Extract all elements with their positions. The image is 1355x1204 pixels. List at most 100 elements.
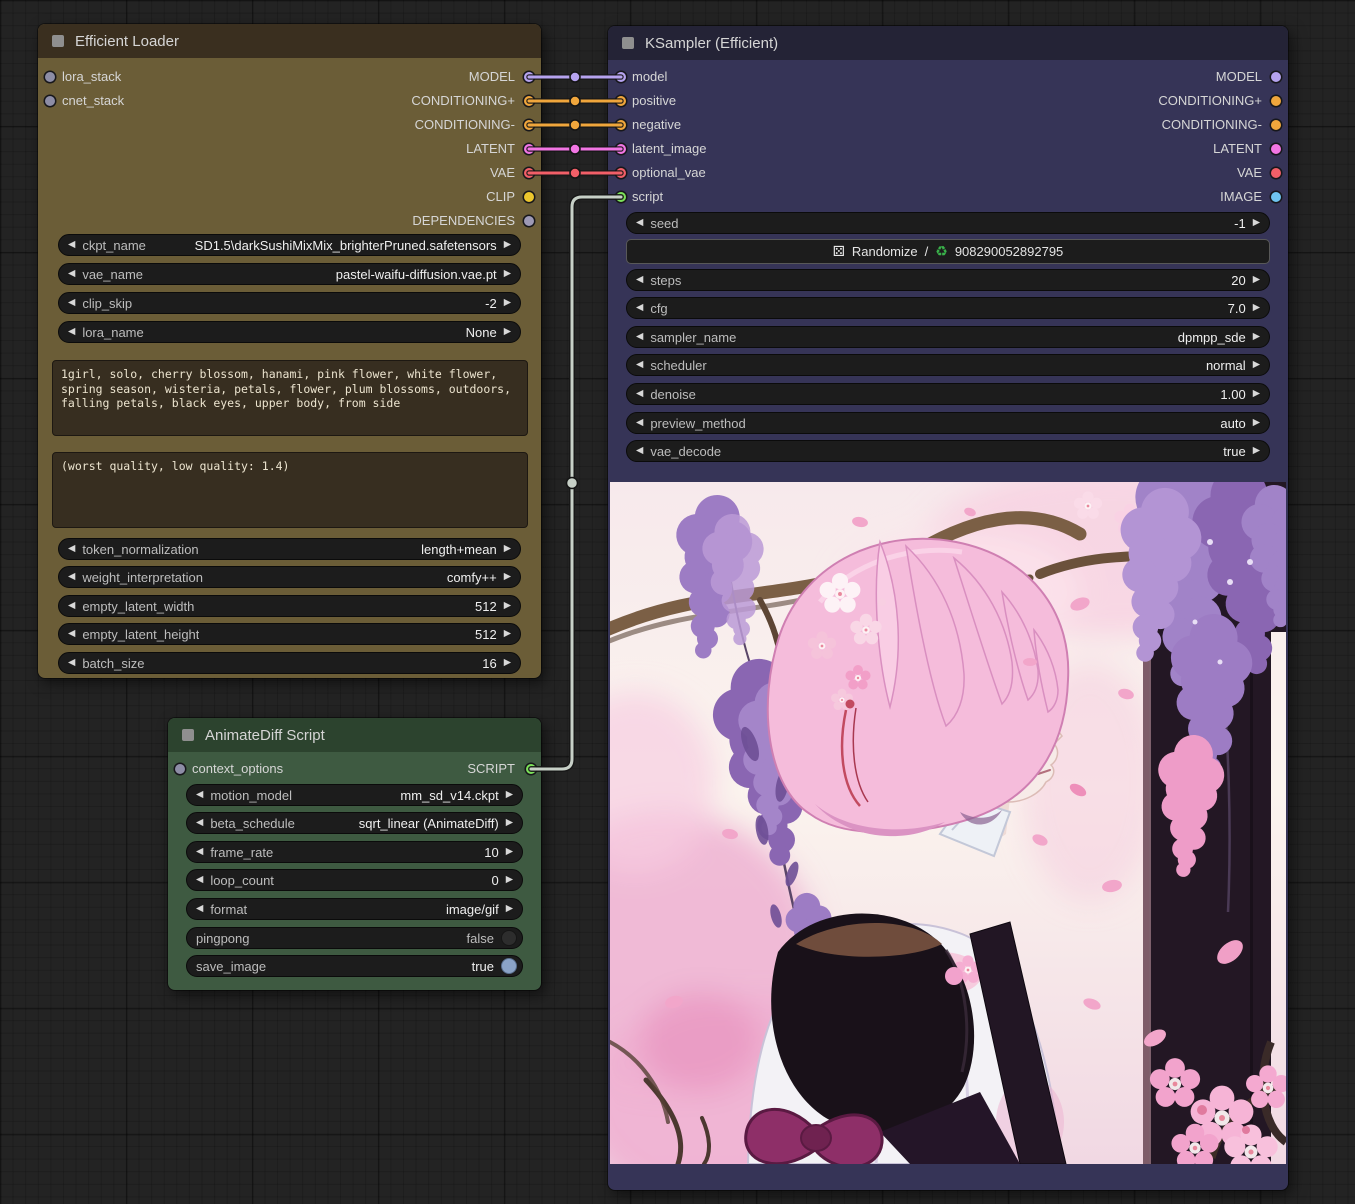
port-input-latent-image[interactable] xyxy=(616,144,626,154)
widget-steps[interactable]: ◀ steps 20 ▶ xyxy=(626,269,1270,291)
node-graph-canvas[interactable]: Efficient Loader lora_stack cnet_stack M… xyxy=(0,0,1355,1204)
widget-loop-count[interactable]: ◀ loop_count 0 ▶ xyxy=(186,869,523,891)
decrement-arrow-icon[interactable]: ◀ xyxy=(68,292,75,314)
widget-format[interactable]: ◀ format image/gif ▶ xyxy=(186,898,523,920)
port-output-model[interactable] xyxy=(524,72,534,82)
widget-vae-decode[interactable]: ◀ vae_decode true ▶ xyxy=(626,440,1270,462)
node-header-animatediff[interactable]: AnimateDiff Script xyxy=(168,718,541,752)
toggle-knob-off[interactable] xyxy=(501,930,517,946)
port-output-conditioning-minus[interactable] xyxy=(1271,120,1281,130)
collapse-icon[interactable] xyxy=(182,729,194,741)
port-output-dependencies[interactable] xyxy=(524,216,534,226)
widget-vae-name[interactable]: ◀ vae_name pastel-waifu-diffusion.vae.pt… xyxy=(58,263,521,285)
decrement-arrow-icon[interactable]: ◀ xyxy=(68,652,75,674)
widget-token-normalization[interactable]: ◀ token_normalization length+mean ▶ xyxy=(58,538,521,560)
increment-arrow-icon[interactable]: ▶ xyxy=(504,321,511,343)
increment-arrow-icon[interactable]: ▶ xyxy=(1253,383,1260,405)
widget-denoise[interactable]: ◀ denoise 1.00 ▶ xyxy=(626,383,1270,405)
port-output-conditioning-plus[interactable] xyxy=(524,96,534,106)
widget-cfg[interactable]: ◀ cfg 7.0 ▶ xyxy=(626,297,1270,319)
port-input-positive[interactable] xyxy=(616,96,626,106)
decrement-arrow-icon[interactable]: ◀ xyxy=(68,566,75,588)
decrement-arrow-icon[interactable]: ◀ xyxy=(196,898,203,920)
port-input-context-options[interactable] xyxy=(175,764,185,774)
decrement-arrow-icon[interactable]: ◀ xyxy=(636,354,643,376)
increment-arrow-icon[interactable]: ▶ xyxy=(504,234,511,256)
widget-clip-skip[interactable]: ◀ clip_skip -2 ▶ xyxy=(58,292,521,314)
increment-arrow-icon[interactable]: ▶ xyxy=(504,595,511,617)
widget-beta-schedule[interactable]: ◀ beta_schedule sqrt_linear (AnimateDiff… xyxy=(186,812,523,834)
negative-prompt-textarea[interactable]: (worst quality, low quality: 1.4) xyxy=(52,452,528,528)
port-output-vae[interactable] xyxy=(524,168,534,178)
collapse-icon[interactable] xyxy=(52,35,64,47)
widget-empty-latent-width[interactable]: ◀ empty_latent_width 512 ▶ xyxy=(58,595,521,617)
randomize-seed-button[interactable]: ⚄ Randomize / ♻ 908290052892795 xyxy=(626,239,1270,264)
widget-frame-rate[interactable]: ◀ frame_rate 10 ▶ xyxy=(186,841,523,863)
decrement-arrow-icon[interactable]: ◀ xyxy=(636,297,643,319)
increment-arrow-icon[interactable]: ▶ xyxy=(504,538,511,560)
decrement-arrow-icon[interactable]: ◀ xyxy=(196,812,203,834)
decrement-arrow-icon[interactable]: ◀ xyxy=(68,623,75,645)
port-output-conditioning-plus[interactable] xyxy=(1271,96,1281,106)
widget-save-image-toggle[interactable]: save_image true xyxy=(186,955,523,977)
port-output-latent[interactable] xyxy=(1271,144,1281,154)
decrement-arrow-icon[interactable]: ◀ xyxy=(636,440,643,462)
decrement-arrow-icon[interactable]: ◀ xyxy=(68,263,75,285)
port-input-model[interactable] xyxy=(616,72,626,82)
port-output-script[interactable] xyxy=(526,764,536,774)
decrement-arrow-icon[interactable]: ◀ xyxy=(68,595,75,617)
port-output-image[interactable] xyxy=(1271,192,1281,202)
decrement-arrow-icon[interactable]: ◀ xyxy=(68,538,75,560)
port-output-conditioning-minus[interactable] xyxy=(524,120,534,130)
decrement-arrow-icon[interactable]: ◀ xyxy=(636,412,643,434)
port-input-optional-vae[interactable] xyxy=(616,168,626,178)
increment-arrow-icon[interactable]: ▶ xyxy=(1253,412,1260,434)
increment-arrow-icon[interactable]: ▶ xyxy=(506,898,513,920)
increment-arrow-icon[interactable]: ▶ xyxy=(504,623,511,645)
widget-preview-method[interactable]: ◀ preview_method auto ▶ xyxy=(626,412,1270,434)
widget-pingpong-toggle[interactable]: pingpong false xyxy=(186,927,523,949)
increment-arrow-icon[interactable]: ▶ xyxy=(1253,269,1260,291)
increment-arrow-icon[interactable]: ▶ xyxy=(1253,354,1260,376)
collapse-icon[interactable] xyxy=(622,37,634,49)
widget-scheduler[interactable]: ◀ scheduler normal ▶ xyxy=(626,354,1270,376)
port-output-clip[interactable] xyxy=(524,192,534,202)
node-animatediff-script[interactable]: AnimateDiff Script context_options SCRIP… xyxy=(168,718,541,990)
widget-seed[interactable]: ◀ seed -1 ▶ xyxy=(626,212,1270,234)
increment-arrow-icon[interactable]: ▶ xyxy=(1253,212,1260,234)
decrement-arrow-icon[interactable]: ◀ xyxy=(636,212,643,234)
widget-sampler-name[interactable]: ◀ sampler_name dpmpp_sde ▶ xyxy=(626,326,1270,348)
increment-arrow-icon[interactable]: ▶ xyxy=(506,812,513,834)
decrement-arrow-icon[interactable]: ◀ xyxy=(636,269,643,291)
widget-batch-size[interactable]: ◀ batch_size 16 ▶ xyxy=(58,652,521,674)
increment-arrow-icon[interactable]: ▶ xyxy=(506,841,513,863)
increment-arrow-icon[interactable]: ▶ xyxy=(504,263,511,285)
decrement-arrow-icon[interactable]: ◀ xyxy=(196,841,203,863)
node-header-efficient-loader[interactable]: Efficient Loader xyxy=(38,24,541,58)
widget-motion-model[interactable]: ◀ motion_model mm_sd_v14.ckpt ▶ xyxy=(186,784,523,806)
port-input-negative[interactable] xyxy=(616,120,626,130)
decrement-arrow-icon[interactable]: ◀ xyxy=(196,784,203,806)
widget-weight-interpretation[interactable]: ◀ weight_interpretation comfy++ ▶ xyxy=(58,566,521,588)
node-header-ksampler[interactable]: KSampler (Efficient) xyxy=(608,26,1288,60)
decrement-arrow-icon[interactable]: ◀ xyxy=(68,321,75,343)
increment-arrow-icon[interactable]: ▶ xyxy=(504,292,511,314)
increment-arrow-icon[interactable]: ▶ xyxy=(1253,326,1260,348)
port-output-latent[interactable] xyxy=(524,144,534,154)
decrement-arrow-icon[interactable]: ◀ xyxy=(68,234,75,256)
widget-empty-latent-height[interactable]: ◀ empty_latent_height 512 ▶ xyxy=(58,623,521,645)
increment-arrow-icon[interactable]: ▶ xyxy=(506,869,513,891)
increment-arrow-icon[interactable]: ▶ xyxy=(1253,297,1260,319)
port-input-lora-stack[interactable] xyxy=(45,72,55,82)
port-output-model[interactable] xyxy=(1271,72,1281,82)
positive-prompt-textarea[interactable]: 1girl, solo, cherry blossom, hanami, pin… xyxy=(52,360,528,436)
port-output-vae[interactable] xyxy=(1271,168,1281,178)
port-input-cnet-stack[interactable] xyxy=(45,96,55,106)
toggle-knob-on[interactable] xyxy=(501,958,517,974)
increment-arrow-icon[interactable]: ▶ xyxy=(1253,440,1260,462)
widget-ckpt-name[interactable]: ◀ ckpt_name SD1.5\darkSushiMixMix_bright… xyxy=(58,234,521,256)
decrement-arrow-icon[interactable]: ◀ xyxy=(196,869,203,891)
node-efficient-loader[interactable]: Efficient Loader lora_stack cnet_stack M… xyxy=(38,24,541,678)
increment-arrow-icon[interactable]: ▶ xyxy=(504,566,511,588)
node-ksampler-efficient[interactable]: KSampler (Efficient) model positive nega… xyxy=(608,26,1288,1190)
